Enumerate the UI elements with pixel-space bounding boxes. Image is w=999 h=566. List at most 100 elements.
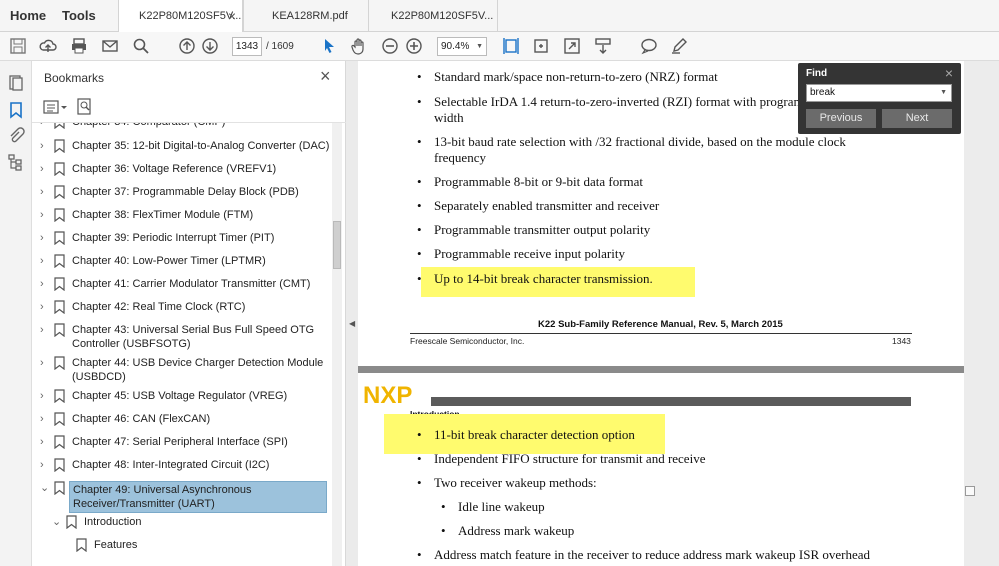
zoom-select[interactable]: 90.4% ▼ [437, 37, 487, 56]
chevron-down-icon[interactable]: ⌄ [40, 481, 49, 495]
bookmark-item[interactable]: ⌄ Chapter 49: Universal Asynchronous Rece… [32, 481, 332, 513]
bookmark-item[interactable]: Features [32, 538, 332, 554]
search-icon[interactable] [132, 37, 150, 55]
find-input[interactable]: break ▼ [806, 84, 952, 102]
footer-title: K22 Sub-Family Reference Manual, Rev. 5,… [538, 319, 783, 330]
close-icon[interactable]: × [228, 0, 236, 32]
close-icon[interactable]: × [945, 65, 953, 81]
bookmark-item[interactable]: › Chapter 40: Low-Power Timer (LPTMR) [32, 254, 332, 270]
scrolling-mode-icon[interactable] [594, 37, 612, 55]
tab-document-1[interactable]: K22P80M120SF5V... × [118, 0, 243, 33]
full-screen-icon[interactable] [563, 37, 581, 55]
bookmark-item[interactable]: ⌄ Introduction [32, 515, 332, 531]
tab-label: K22P80M120SF5V... [391, 10, 494, 22]
chevron-right-icon[interactable]: › [40, 231, 44, 245]
right-scrollbar[interactable] [964, 61, 999, 566]
bullet-dot: • [417, 451, 422, 466]
find-query: break [810, 87, 836, 98]
chevron-right-icon[interactable]: › [40, 254, 44, 268]
bullet-dot: • [417, 94, 422, 109]
zoom-in-icon[interactable] [405, 37, 423, 55]
bookmark-label: Introduction [84, 516, 142, 528]
bookmark-item[interactable]: › Chapter 42: Real Time Clock (RTC) [32, 300, 332, 316]
menu-home[interactable]: Home [10, 0, 46, 32]
chevron-down-icon[interactable]: ⌄ [52, 515, 61, 529]
print-icon[interactable] [70, 37, 88, 55]
bookmark-label: Chapter 39: Periodic Interrupt Timer (PI… [72, 232, 275, 244]
chevron-right-icon[interactable]: › [40, 458, 44, 472]
page-number-input[interactable]: 1343 [232, 37, 262, 56]
chevron-right-icon[interactable]: › [40, 300, 44, 314]
chevron-right-icon[interactable]: › [40, 389, 44, 403]
chevron-right-icon[interactable]: › [40, 139, 44, 153]
chevron-down-icon[interactable]: ▼ [940, 85, 947, 101]
bookmark-icon [54, 254, 65, 269]
scrollbar-thumb[interactable] [333, 221, 341, 269]
upload-cloud-icon[interactable] [39, 37, 57, 55]
bookmark-item[interactable]: › Chapter 45: USB Voltage Regulator (VREG… [32, 389, 332, 405]
fit-page-icon[interactable] [502, 37, 520, 55]
bookmark-item[interactable]: › Chapter 35: 12-bit Digital-to-Analog Co… [32, 139, 332, 155]
bookmark-item[interactable]: › Chapter 41: Carrier Modulator Transmitt… [32, 277, 332, 293]
footer-company: Freescale Semiconductor, Inc. [410, 336, 525, 346]
tab-document-3[interactable]: K22P80M120SF5V... [368, 0, 498, 32]
bookmark-item[interactable]: › Chapter 38: FlexTimer Module (FTM) [32, 208, 332, 224]
next-page-icon[interactable] [201, 37, 219, 55]
bullet-text: Separately enabled transmitter and recei… [434, 198, 660, 213]
close-icon[interactable]: × [320, 66, 331, 87]
bullet-dot: • [417, 271, 422, 286]
chevron-right-icon[interactable]: › [40, 412, 44, 426]
next-button[interactable]: Next [882, 109, 952, 128]
pages-icon[interactable] [7, 74, 25, 92]
pen-icon[interactable] [670, 37, 688, 55]
chevron-right-icon[interactable]: › [40, 435, 44, 449]
hand-tool-icon[interactable] [350, 37, 368, 55]
bullet-dot: • [417, 427, 422, 442]
options-menu-icon[interactable] [42, 97, 102, 119]
collapse-arrow-icon[interactable]: ◀ [349, 319, 355, 328]
bullet-dot: • [417, 475, 422, 490]
menu-tools[interactable]: Tools [62, 0, 96, 32]
email-icon[interactable] [101, 37, 119, 55]
zoom-out-icon[interactable] [381, 37, 399, 55]
bookmark-item[interactable]: › Chapter 44: USB Device Charger Detectio… [32, 356, 332, 386]
bullet-text: Programmable transmitter output polarity [434, 222, 651, 237]
select-cursor-icon[interactable] [320, 37, 338, 55]
save-icon[interactable] [9, 37, 27, 55]
comment-icon[interactable] [640, 37, 658, 55]
fit-width-icon[interactable] [532, 37, 550, 55]
previous-page-icon[interactable] [178, 37, 196, 55]
bookmark-item[interactable]: › Chapter 46: CAN (FlexCAN) [32, 412, 332, 428]
chevron-right-icon[interactable]: › [40, 162, 44, 176]
bookmark-label: Chapter 45: USB Voltage Regulator (VREG) [72, 390, 288, 402]
bookmark-item[interactable]: › Chapter 37: Programmable Delay Block (P… [32, 185, 332, 201]
chevron-right-icon[interactable]: › [40, 208, 44, 222]
layers-icon[interactable] [7, 153, 25, 171]
bookmark-item[interactable]: › Chapter 48: Inter-Integrated Circuit (I… [32, 458, 332, 474]
chevron-right-icon[interactable]: › [40, 323, 44, 337]
bookmark-item[interactable]: › Chapter 36: Voltage Reference (VREFV1) [32, 162, 332, 178]
header-bar [431, 397, 911, 406]
bookmark-icon [54, 412, 65, 427]
chevron-down-icon: ▼ [476, 43, 483, 50]
previous-button[interactable]: Previous [806, 109, 876, 128]
bookmark-item[interactable]: › Chapter 47: Serial Peripheral Interface… [32, 435, 332, 451]
bookmark-icon[interactable] [7, 101, 25, 119]
scrollbar[interactable] [332, 123, 342, 566]
tab-document-2[interactable]: KEA128RM.pdf [243, 0, 368, 32]
bookmark-icon [54, 389, 65, 404]
chevron-right-icon[interactable]: › [40, 123, 44, 129]
scrollbar-thumb[interactable] [965, 486, 975, 496]
attachment-icon[interactable] [7, 126, 25, 144]
bookmark-item[interactable]: › Chapter 43: Universal Serial Bus Full S… [32, 323, 332, 353]
bullet-text: Two receiver wakeup methods: [434, 475, 597, 490]
panel-splitter[interactable]: ◀ [346, 61, 358, 566]
bookmark-item[interactable]: › Chapter 34: Comparator (CMP) [32, 123, 332, 131]
chevron-right-icon[interactable]: › [40, 185, 44, 199]
chevron-right-icon[interactable]: › [40, 277, 44, 291]
bullet-dot: • [417, 222, 422, 237]
bookmark-icon [54, 300, 65, 315]
bookmark-item[interactable]: › Chapter 39: Periodic Interrupt Timer (P… [32, 231, 332, 247]
chevron-right-icon[interactable]: › [40, 356, 44, 370]
bullet-dot: • [417, 174, 422, 189]
